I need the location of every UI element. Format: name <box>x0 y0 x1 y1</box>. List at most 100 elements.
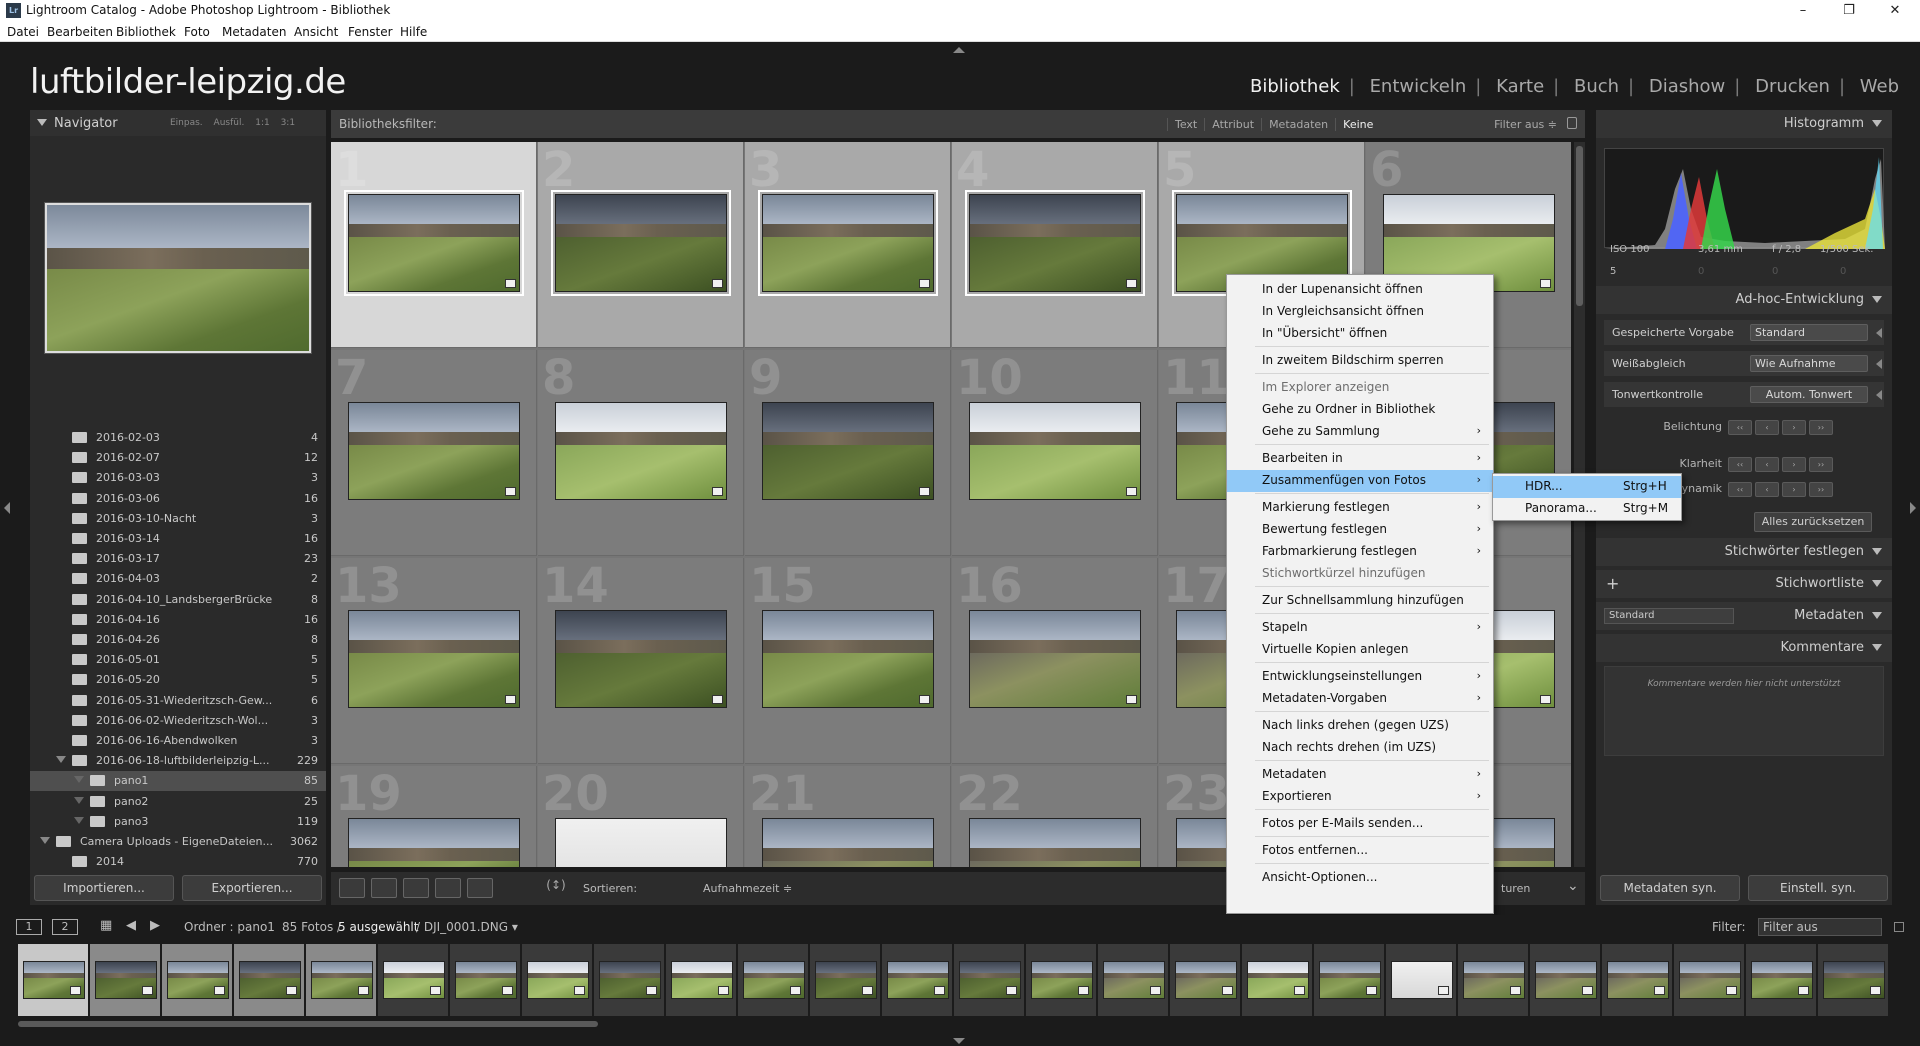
grid-cell[interactable]: 7 <box>331 350 537 556</box>
clarity-down-large[interactable]: ‹‹ <box>1728 457 1752 472</box>
develop-badge-icon[interactable] <box>286 986 297 995</box>
exposure-up-large[interactable]: ›› <box>1809 420 1833 435</box>
grid-cell[interactable]: 21 <box>745 766 951 867</box>
develop-badge-icon[interactable] <box>574 986 585 995</box>
vibrance-up-large[interactable]: ›› <box>1809 482 1833 497</box>
rotate-icon[interactable]: (↕) <box>543 878 569 898</box>
folder-disclosure-icon[interactable] <box>56 595 66 602</box>
filmstrip-cell[interactable] <box>1746 944 1817 1016</box>
survey-view-icon[interactable] <box>435 878 461 898</box>
menu-item[interactable]: In "Übersicht" öffnen <box>1227 323 1493 345</box>
vibrance-down-large[interactable]: ‹‹ <box>1728 482 1752 497</box>
menu-item[interactable]: Farbmarkierung festlegen › <box>1227 541 1493 563</box>
expand-triangle-icon[interactable] <box>1876 328 1882 338</box>
filmstrip-cell[interactable] <box>594 944 665 1016</box>
filmstrip-cell[interactable] <box>1026 944 1097 1016</box>
develop-badge-icon[interactable] <box>214 986 225 995</box>
grid-small-icon[interactable]: ▦ <box>100 918 112 933</box>
develop-badge-icon[interactable] <box>1366 986 1377 995</box>
clarity-up-large[interactable]: ›› <box>1809 457 1833 472</box>
filmstrip-cell[interactable] <box>666 944 737 1016</box>
zoom-fit[interactable]: Einpas. <box>170 118 203 128</box>
menu-item[interactable]: In der Lupenansicht öffnen <box>1227 279 1493 301</box>
menu-metadaten[interactable]: Metadaten <box>222 25 286 39</box>
zoom-fill[interactable]: Ausfül. <box>214 118 245 128</box>
develop-badge-icon[interactable] <box>502 986 513 995</box>
develop-badge-icon[interactable] <box>1294 986 1305 995</box>
keyword-list-header[interactable]: + Stichwortliste <box>1596 570 1892 598</box>
menu-item[interactable]: Virtuelle Kopien anlegen <box>1227 639 1493 661</box>
right-panel-toggle-icon[interactable] <box>1910 502 1916 514</box>
grid-cell[interactable]: 10 <box>952 350 1158 556</box>
white-balance-select[interactable]: Wie Aufnahme <box>1750 355 1868 372</box>
quick-develop-header[interactable]: Ad-hoc-Entwicklung <box>1596 286 1892 314</box>
module-diashow[interactable]: Diashow <box>1640 76 1734 97</box>
filmstrip-cell[interactable] <box>882 944 953 1016</box>
menu-item[interactable]: Gehe zu Sammlung › <box>1227 421 1493 443</box>
filmstrip-cell[interactable] <box>1458 944 1529 1016</box>
develop-badge-icon[interactable] <box>505 487 516 496</box>
develop-badge-icon[interactable] <box>1510 986 1521 995</box>
forward-arrow-icon[interactable]: ▶ <box>150 918 160 933</box>
folder-row[interactable]: pano3 119 <box>30 812 326 832</box>
lock-icon[interactable] <box>1567 117 1577 129</box>
filmstrip-cell[interactable] <box>306 944 377 1016</box>
folder-disclosure-icon[interactable] <box>56 736 66 743</box>
filmstrip-cell[interactable] <box>1530 944 1601 1016</box>
folder-disclosure-icon[interactable] <box>40 837 50 844</box>
filmstrip-cell[interactable] <box>1170 944 1241 1016</box>
main-screen-button[interactable]: 1 <box>16 919 42 935</box>
folder-disclosure-icon[interactable] <box>56 534 66 541</box>
folder-disclosure-icon[interactable] <box>56 675 66 682</box>
folder-row[interactable]: 2014 770 <box>30 852 326 872</box>
menu-item[interactable]: In Vergleichsansicht öffnen <box>1227 301 1493 323</box>
develop-badge-icon[interactable] <box>70 986 81 995</box>
folder-row[interactable]: 2016-04-26 8 <box>30 630 326 650</box>
sort-select[interactable]: Aufnahmezeit ≑ <box>703 882 792 895</box>
folder-row[interactable]: 2016-03-03 3 <box>30 468 326 488</box>
filmstrip-cell[interactable] <box>1242 944 1313 1016</box>
metadata-preset-select[interactable]: Standard <box>1604 608 1734 624</box>
submenu-panorama[interactable]: Panorama... Strg+M <box>1493 498 1681 520</box>
expand-triangle-icon[interactable] <box>1876 359 1882 369</box>
folder-row[interactable]: pano2 25 <box>30 792 326 812</box>
grid-cell[interactable]: 8 <box>538 350 744 556</box>
develop-badge-icon[interactable] <box>1438 986 1449 995</box>
folder-row[interactable]: 2016-06-02-Wiederitzsch-Wol... 3 <box>30 711 326 731</box>
menu-item[interactable]: Gehe zu Ordner in Bibliothek <box>1227 399 1493 421</box>
collapse-triangle-icon[interactable] <box>1872 612 1882 619</box>
filter-attribute[interactable]: Attribut <box>1204 118 1262 131</box>
develop-badge-icon[interactable] <box>1540 695 1551 704</box>
folder-disclosure-icon[interactable] <box>56 514 66 521</box>
develop-badge-icon[interactable] <box>1726 986 1737 995</box>
menu-bibliothek[interactable]: Bibliothek <box>116 25 176 39</box>
auto-tone-button[interactable]: Autom. Tonwert <box>1750 386 1868 403</box>
folder-row[interactable]: 2016-05-31-Wiederitzsch-Gew... 6 <box>30 691 326 711</box>
menu-item[interactable]: Nach links drehen (gegen UZS) <box>1227 715 1493 737</box>
grid-cell[interactable]: 4 <box>952 142 1158 348</box>
develop-badge-icon[interactable] <box>718 986 729 995</box>
menu-item[interactable]: Entwicklungseinstellungen › <box>1227 666 1493 688</box>
bottom-panel-toggle-icon[interactable] <box>953 1038 965 1044</box>
menu-item[interactable]: Metadaten › <box>1227 764 1493 786</box>
folder-disclosure-icon[interactable] <box>56 433 66 440</box>
filmstrip-cell[interactable] <box>1602 944 1673 1016</box>
develop-badge-icon[interactable] <box>646 986 657 995</box>
filter-lock-icon[interactable] <box>1894 922 1904 932</box>
grid-cell[interactable]: 2 <box>538 142 744 348</box>
develop-badge-icon[interactable] <box>919 487 930 496</box>
folder-row[interactable]: 2016-04-10_LandsbergerBrücke 8 <box>30 590 326 610</box>
minimize-button[interactable]: – <box>1780 0 1826 22</box>
module-karte[interactable]: Karte <box>1487 76 1553 97</box>
compare-view-icon[interactable] <box>403 878 429 898</box>
metadata-header[interactable]: Standard Metadaten <box>1596 602 1892 630</box>
folder-disclosure-icon[interactable] <box>56 453 66 460</box>
develop-badge-icon[interactable] <box>712 487 723 496</box>
develop-badge-icon[interactable] <box>430 986 441 995</box>
filmstrip-cell[interactable] <box>1098 944 1169 1016</box>
folder-disclosure-icon[interactable] <box>74 796 84 804</box>
grid-cell[interactable]: 19 <box>331 766 537 867</box>
left-panel-toggle-icon[interactable] <box>4 502 10 514</box>
folder-disclosure-icon[interactable] <box>56 615 66 622</box>
develop-badge-icon[interactable] <box>712 279 723 288</box>
